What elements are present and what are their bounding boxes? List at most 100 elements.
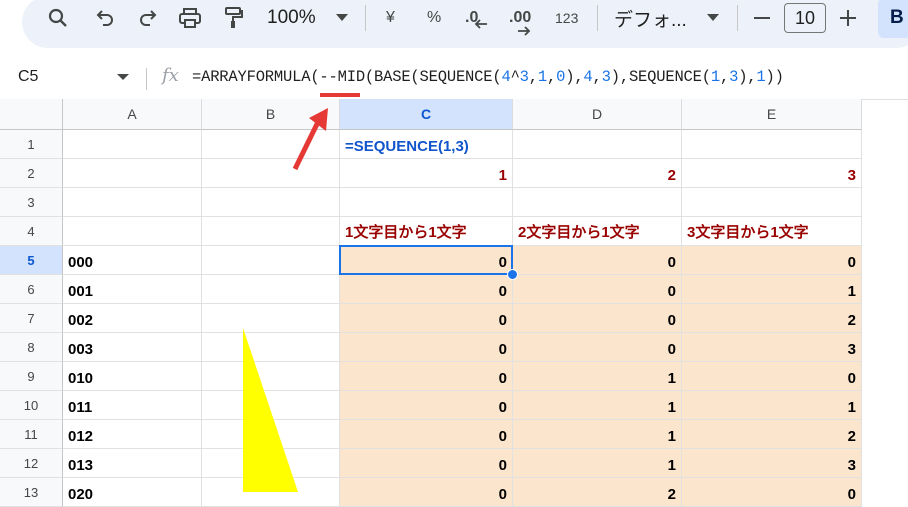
cell-e11[interactable]: 2: [682, 420, 862, 449]
cell-d4[interactable]: 2文字目から1文字: [513, 217, 682, 246]
cell-d9[interactable]: 1: [513, 362, 682, 391]
increase-decimal-button[interactable]: .00: [509, 6, 531, 36]
cell-c11[interactable]: 0: [340, 420, 513, 449]
row-header-6[interactable]: 6: [0, 275, 63, 304]
cell-a12[interactable]: 013: [63, 449, 202, 478]
cell-c1[interactable]: =SEQUENCE(1,3): [340, 130, 513, 159]
row-header-1[interactable]: 1: [0, 130, 63, 159]
column-header-a[interactable]: A: [63, 99, 202, 130]
cell-c10[interactable]: 0: [340, 391, 513, 420]
cell-a9[interactable]: 010: [63, 362, 202, 391]
cell-d8[interactable]: 0: [513, 333, 682, 362]
paint-format-icon[interactable]: [224, 6, 244, 30]
select-all-corner[interactable]: [0, 99, 63, 130]
cell-d10[interactable]: 1: [513, 391, 682, 420]
cell-e3[interactable]: [682, 188, 862, 217]
cell-e9[interactable]: 0: [682, 362, 862, 391]
column-header-c[interactable]: C: [340, 99, 513, 130]
cell-c5[interactable]: 0: [340, 246, 513, 275]
cell-a2[interactable]: [63, 159, 202, 188]
cell-e12[interactable]: 3: [682, 449, 862, 478]
cell-b4[interactable]: [202, 217, 340, 246]
row-header-10[interactable]: 10: [0, 391, 63, 420]
cell-b2[interactable]: [202, 159, 340, 188]
cell-e6[interactable]: 1: [682, 275, 862, 304]
row-header-11[interactable]: 11: [0, 420, 63, 449]
cell-a3[interactable]: [63, 188, 202, 217]
cell-e7[interactable]: 2: [682, 304, 862, 333]
cell-a6[interactable]: 001: [63, 275, 202, 304]
cell-d1[interactable]: [513, 130, 682, 159]
column-header-e[interactable]: E: [682, 99, 862, 130]
cell-e8[interactable]: 3: [682, 333, 862, 362]
cell-d11[interactable]: 1: [513, 420, 682, 449]
cell-b9[interactable]: [202, 362, 340, 391]
cell-c7[interactable]: 0: [340, 304, 513, 333]
cell-b12[interactable]: [202, 449, 340, 478]
cell-c6[interactable]: 0: [340, 275, 513, 304]
cell-c12[interactable]: 0: [340, 449, 513, 478]
cell-e4[interactable]: 3文字目から1文字: [682, 217, 862, 246]
cell-b3[interactable]: [202, 188, 340, 217]
cell-e2[interactable]: 3: [682, 159, 862, 188]
cell-a7[interactable]: 002: [63, 304, 202, 333]
column-header-b[interactable]: B: [202, 99, 340, 130]
zoom-select[interactable]: 100%: [267, 6, 316, 30]
chevron-down-icon[interactable]: [336, 6, 348, 30]
cell-d12[interactable]: 1: [513, 449, 682, 478]
row-header-7[interactable]: 7: [0, 304, 63, 333]
font-size-input[interactable]: 10: [784, 3, 826, 33]
cell-a8[interactable]: 003: [63, 333, 202, 362]
cell-b6[interactable]: [202, 275, 340, 304]
cell-b10[interactable]: [202, 391, 340, 420]
cell-d6[interactable]: 0: [513, 275, 682, 304]
cell-c8[interactable]: 0: [340, 333, 513, 362]
font-select[interactable]: デフォ...: [614, 6, 687, 31]
cell-e5[interactable]: 0: [682, 246, 862, 275]
currency-button[interactable]: ¥: [386, 6, 395, 30]
cell-a13[interactable]: 020: [63, 478, 202, 507]
percent-button[interactable]: %: [427, 6, 441, 30]
print-icon[interactable]: [179, 6, 201, 30]
fill-handle[interactable]: [507, 269, 518, 280]
chevron-down-icon[interactable]: [707, 6, 719, 30]
cell-d5[interactable]: 0: [513, 246, 682, 275]
cell-a11[interactable]: 012: [63, 420, 202, 449]
cell-b11[interactable]: [202, 420, 340, 449]
cell-e10[interactable]: 1: [682, 391, 862, 420]
decrease-decimal-button[interactable]: .0: [465, 6, 488, 30]
bold-button[interactable]: B: [878, 0, 908, 38]
search-icon[interactable]: [48, 6, 68, 30]
cell-b5[interactable]: [202, 246, 340, 275]
row-header-2[interactable]: 2: [0, 159, 63, 188]
column-header-d[interactable]: D: [513, 99, 682, 130]
redo-icon[interactable]: [138, 6, 158, 30]
row-header-13[interactable]: 13: [0, 478, 63, 507]
cell-a4[interactable]: [63, 217, 202, 246]
row-header-5[interactable]: 5: [0, 246, 63, 275]
cell-d3[interactable]: [513, 188, 682, 217]
undo-icon[interactable]: [95, 6, 115, 30]
formula-input[interactable]: =ARRAYFORMULA(--MID(BASE(SEQUENCE(4^3,1,…: [192, 68, 784, 86]
cell-d13[interactable]: 2: [513, 478, 682, 507]
chevron-down-icon[interactable]: [117, 74, 129, 80]
row-header-8[interactable]: 8: [0, 333, 63, 362]
cell-a1[interactable]: [63, 130, 202, 159]
row-header-9[interactable]: 9: [0, 362, 63, 391]
cell-c3[interactable]: [340, 188, 513, 217]
cell-a10[interactable]: 011: [63, 391, 202, 420]
cell-b13[interactable]: [202, 478, 340, 507]
cell-b7[interactable]: [202, 304, 340, 333]
cell-d2[interactable]: 2: [513, 159, 682, 188]
plus-icon[interactable]: [840, 6, 856, 30]
name-box[interactable]: C5: [18, 68, 38, 86]
minus-icon[interactable]: [754, 6, 770, 30]
row-header-3[interactable]: 3: [0, 188, 63, 217]
more-formats-button[interactable]: 123: [555, 6, 578, 30]
cell-c13[interactable]: 0: [340, 478, 513, 507]
cell-b8[interactable]: [202, 333, 340, 362]
cell-c2[interactable]: 1: [340, 159, 513, 188]
row-header-12[interactable]: 12: [0, 449, 63, 478]
cell-c4[interactable]: 1文字目から1文字: [340, 217, 513, 246]
cell-c9[interactable]: 0: [340, 362, 513, 391]
